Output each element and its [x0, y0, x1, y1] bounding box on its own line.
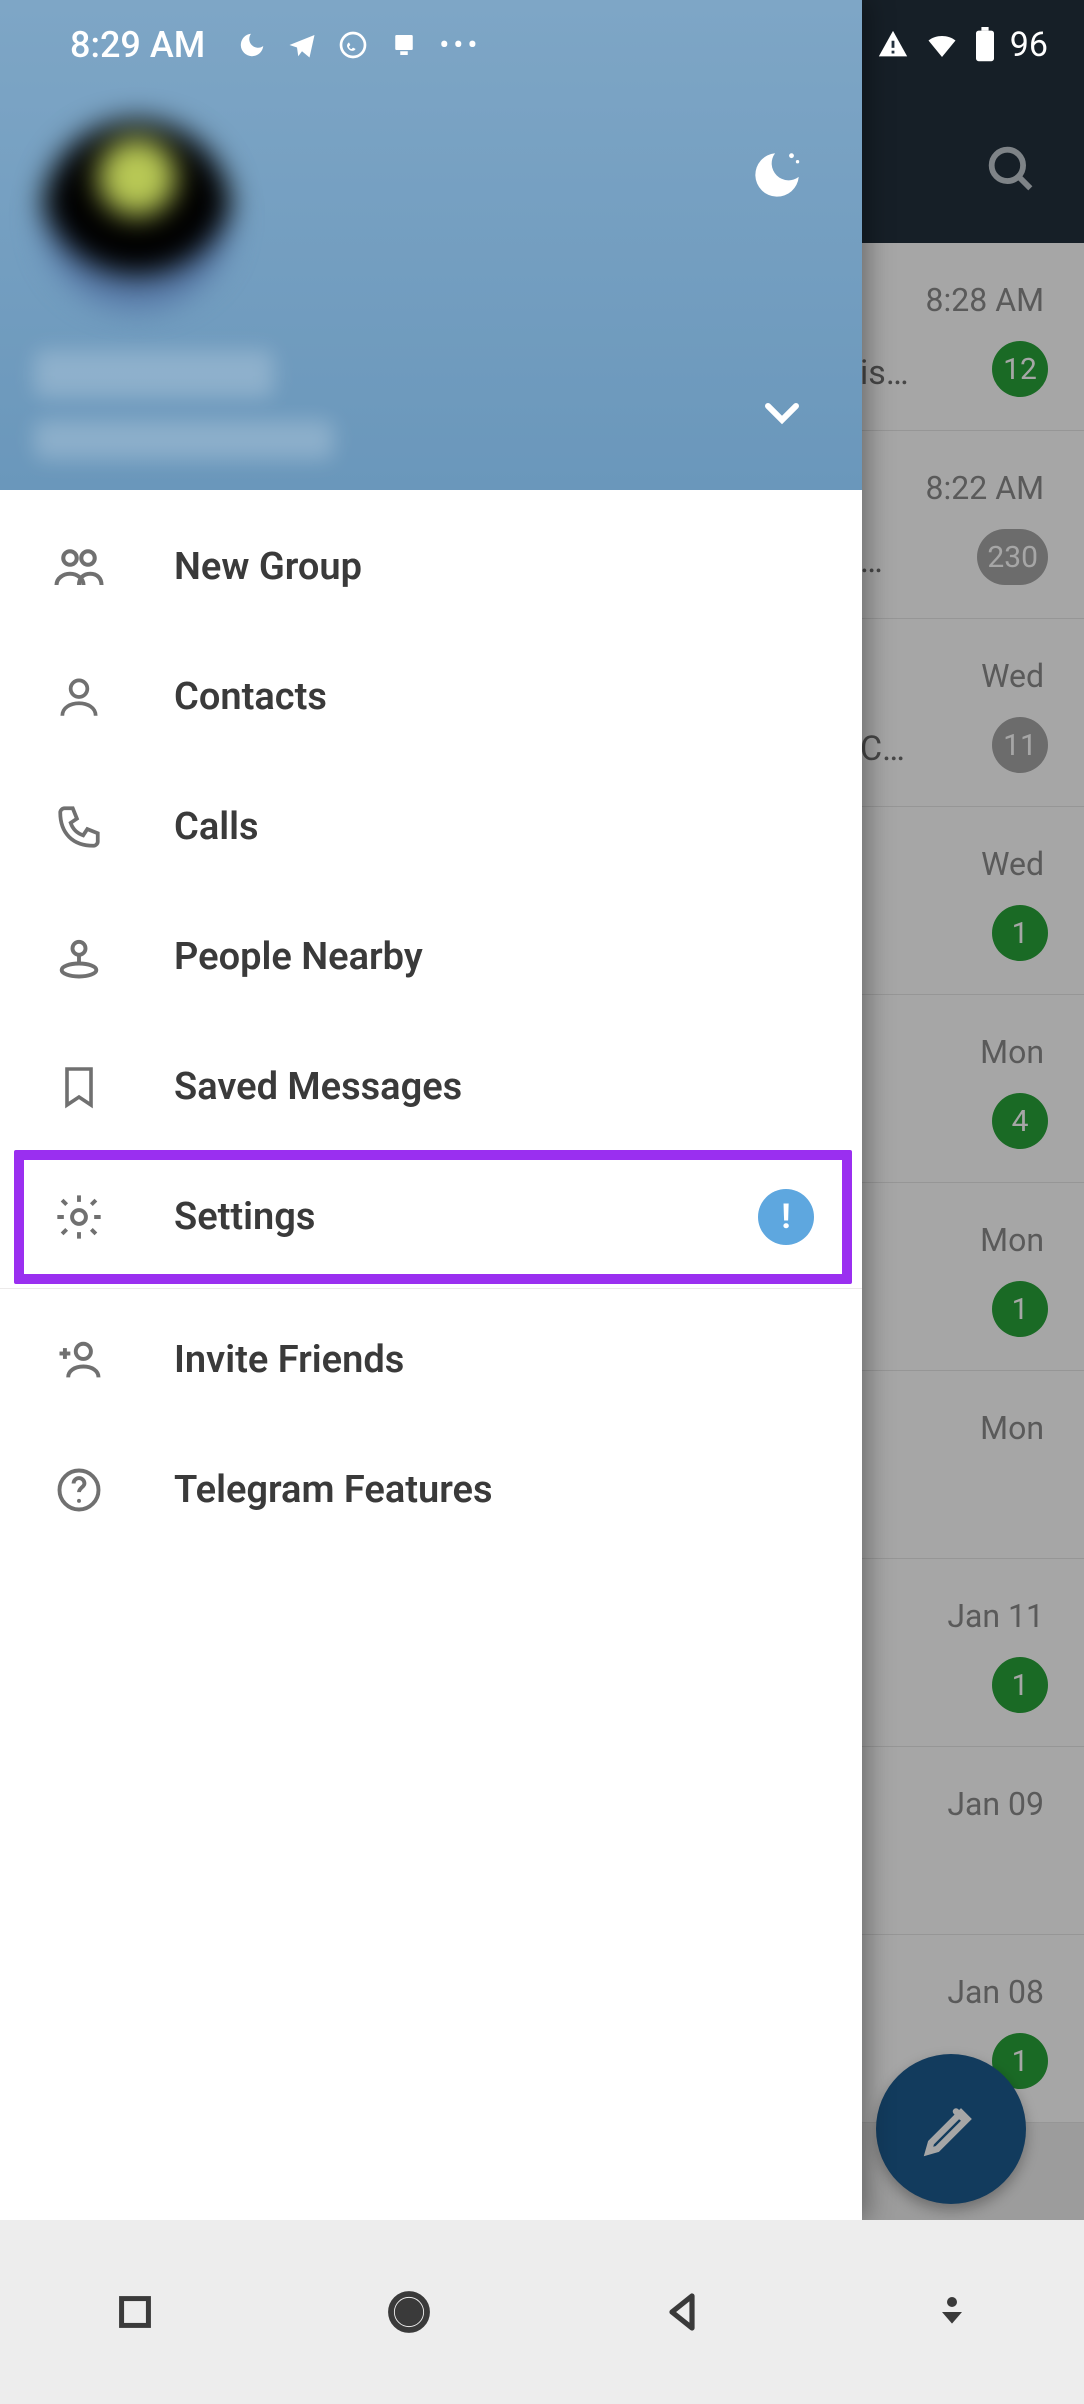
telegram-icon	[287, 30, 317, 60]
chat-time: Wed	[981, 657, 1044, 695]
wifi-icon	[924, 27, 960, 63]
menu-label: Invite Friends	[174, 1338, 404, 1382]
menu-label: Calls	[174, 805, 259, 849]
menu-label: Telegram Features	[174, 1468, 493, 1512]
phone-icon	[44, 802, 114, 852]
invite-icon	[44, 1334, 114, 1386]
unread-badge: 4	[992, 1093, 1048, 1149]
unread-badge: 1	[992, 905, 1048, 961]
compose-fab[interactable]	[876, 2054, 1026, 2204]
menu-invite-friends[interactable]: Invite Friends	[0, 1295, 862, 1425]
whatsapp-icon	[337, 29, 369, 61]
battery-text: 96	[1010, 25, 1048, 65]
menu-label: Saved Messages	[174, 1065, 462, 1109]
night-mode-toggle[interactable]	[748, 146, 806, 204]
nearby-icon	[44, 931, 114, 983]
unread-badge: 12	[992, 341, 1048, 397]
nav-home-button[interactable]	[382, 2285, 436, 2339]
status-bar: 8:29 AM ••• 96	[0, 0, 862, 90]
warning-icon	[876, 28, 910, 62]
chat-time: Jan 11	[947, 1597, 1044, 1635]
bookmark-icon	[44, 1063, 114, 1111]
help-icon	[44, 1464, 114, 1516]
menu-telegram-features[interactable]: Telegram Features	[0, 1425, 862, 1555]
user-name	[34, 350, 274, 398]
chat-time: Jan 08	[947, 1973, 1044, 2011]
chat-time: Mon	[980, 1033, 1044, 1071]
menu-label: People Nearby	[174, 935, 423, 979]
nav-recent-button[interactable]	[112, 2289, 158, 2335]
chat-time: Jan 09	[947, 1785, 1044, 1823]
menu-new-group[interactable]: New Group	[0, 502, 862, 632]
chat-preview: is…	[860, 353, 909, 393]
chat-preview: C…	[860, 729, 905, 769]
chat-preview: …	[860, 541, 883, 581]
drawer-menu: New Group Contacts Calls People Nearby S…	[0, 490, 862, 1555]
menu-people-nearby[interactable]: People Nearby	[0, 892, 862, 1022]
gear-icon	[44, 1191, 114, 1243]
system-nav-bar	[0, 2220, 1084, 2404]
highlight-box	[14, 1150, 852, 1284]
menu-calls[interactable]: Calls	[0, 762, 862, 892]
chat-time: Mon	[980, 1409, 1044, 1447]
battery-icon	[974, 27, 996, 63]
notification-icon	[389, 30, 419, 60]
unread-badge: 11	[992, 717, 1048, 773]
menu-label: Settings	[174, 1195, 315, 1239]
user-phone	[34, 420, 334, 460]
nav-back-button[interactable]	[660, 2288, 708, 2336]
status-time: 8:29 AM	[70, 24, 205, 66]
menu-contacts[interactable]: Contacts	[0, 632, 862, 762]
settings-alert-badge: !	[758, 1189, 814, 1245]
menu-label: Contacts	[174, 675, 327, 719]
unread-badge: 1	[992, 1281, 1048, 1337]
menu-label: New Group	[174, 545, 362, 589]
chat-time: 8:22 AM	[926, 469, 1044, 507]
group-icon	[44, 540, 114, 594]
chat-time: 8:28 AM	[926, 281, 1044, 319]
search-icon[interactable]	[982, 140, 1040, 198]
chat-time: Wed	[981, 845, 1044, 883]
moon-icon	[237, 30, 267, 60]
unread-badge: 1	[992, 1657, 1048, 1713]
menu-settings[interactable]: Settings !	[0, 1152, 862, 1282]
menu-divider	[0, 1288, 862, 1289]
chat-time: Mon	[980, 1221, 1044, 1259]
nav-ime-button[interactable]	[932, 2292, 972, 2332]
more-icon: •••	[439, 28, 481, 63]
unread-badge: 230	[977, 529, 1048, 585]
navigation-drawer: New Group Contacts Calls People Nearby S…	[0, 0, 862, 2220]
menu-saved-messages[interactable]: Saved Messages	[0, 1022, 862, 1152]
person-icon	[44, 672, 114, 722]
avatar[interactable]	[42, 120, 232, 310]
account-expand-icon[interactable]	[758, 388, 806, 436]
